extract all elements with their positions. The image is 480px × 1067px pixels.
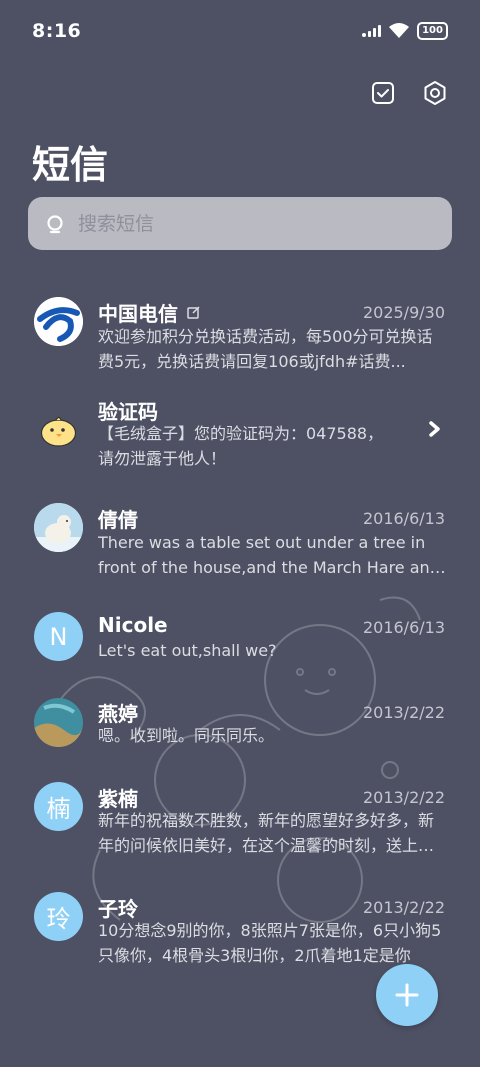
page-title: 短信 (32, 143, 109, 187)
avatar: N (34, 612, 83, 661)
conversation-item[interactable]: 楠 紫楠 2013/2/22 新年的祝福数不胜数，新年的愿望好多好多，新年的问候… (0, 782, 480, 882)
wifi-icon (389, 23, 409, 38)
conversation-item[interactable]: 倩倩 2016/6/13 There was a table set out u… (0, 502, 480, 602)
conversation-name-text: 中国电信 (98, 302, 178, 326)
plus-icon (395, 983, 419, 1007)
chevron-right-icon[interactable] (428, 420, 442, 438)
settings-icon[interactable] (420, 78, 450, 108)
ocean-photo-avatar (34, 698, 83, 747)
conversation-name: 倩倩 (98, 508, 138, 532)
status-icons: 100 (361, 22, 448, 40)
conversation-item[interactable]: 中国电信 2025/9/30 欢迎参加积分兑换话费活动，每500分可兑换话费5元… (0, 282, 480, 382)
conversation-date: 2025/9/30 (362, 303, 445, 322)
conversation-date: 2013/2/22 (362, 788, 445, 807)
search-bar[interactable] (28, 197, 452, 250)
battery-icon: 100 (417, 22, 448, 40)
conversation-preview: 【毛绒盒子】您的验证码为：047588，请勿泄露于他人！ (98, 424, 384, 468)
conversation-preview: 欢迎参加积分兑换话费活动，每500分可兑换话费5元，兑换话费请回复106或jfd… (98, 327, 433, 371)
avatar: 玲 (34, 892, 83, 941)
new-message-button[interactable] (376, 964, 438, 1026)
search-icon (47, 214, 63, 233)
conversation-item[interactable]: N Nicole 2016/6/13 Let's eat out,shall w… (0, 612, 480, 712)
status-time: 8:16 (32, 20, 82, 42)
conversation-date: 2016/6/13 (362, 618, 445, 637)
avatar: 楠 (34, 782, 83, 831)
conversation-name: Nicole (98, 613, 168, 637)
conversation-name: 中国电信 (98, 298, 200, 327)
search-input[interactable] (76, 211, 420, 236)
select-messages-icon[interactable] (368, 78, 398, 108)
conversation-date: 2016/6/13 (362, 509, 445, 528)
conversation-preview: 10分想念9别的你，8张照片7张是你，6只小狗5只像你，4根骨头3根归你，2爪着… (98, 921, 442, 965)
conversation-date: 2013/2/22 (362, 898, 445, 917)
conversation-item[interactable]: 验证码 【毛绒盒子】您的验证码为：047588，请勿泄露于他人！ (0, 392, 480, 492)
china-telecom-logo (34, 297, 83, 346)
polar-bear-avatar (34, 503, 83, 552)
status-bar: 8:16 100 (0, 0, 480, 68)
conversation-date: 2013/2/22 (362, 703, 445, 722)
battery-level: 100 (422, 25, 443, 36)
verified-icon (187, 306, 200, 319)
signal-icon (362, 25, 381, 37)
conversation-preview: Let's eat out,shall we? (98, 641, 277, 660)
conversation-preview: 嗯。收到啦。同乐同乐。 (98, 726, 275, 745)
conversation-preview: There was a table set out under a tree i… (98, 533, 440, 577)
header-actions (368, 78, 450, 108)
conversation-preview: 新年的祝福数不胜数，新年的愿望好多好多，新年的问候依旧美好，在这个温馨的时刻，送… (98, 811, 435, 855)
chick-avatar (34, 407, 83, 456)
